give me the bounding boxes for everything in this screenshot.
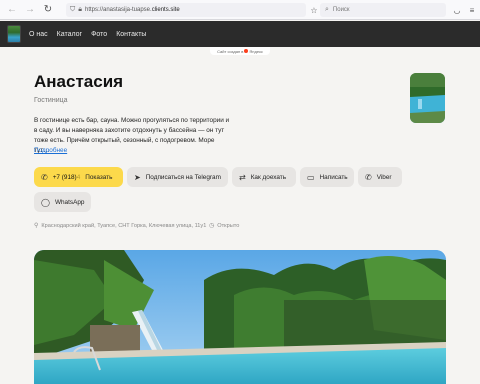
nav-item-catalog[interactable]: Каталог: [57, 31, 82, 38]
site-logo[interactable]: [7, 25, 21, 43]
search-placeholder: Поиск: [332, 7, 350, 13]
viber-icon: ✆: [365, 172, 372, 182]
phone-number: +7 (918): [52, 173, 77, 181]
back-icon[interactable]: ←: [5, 3, 19, 17]
whatsapp-button[interactable]: ◯ WhatsApp: [34, 192, 91, 212]
main-photo[interactable]: [34, 250, 446, 384]
address-bar[interactable]: ⛉ 🔒︎ https://anastasija-tuapse. clients.s…: [66, 3, 306, 17]
star-icon[interactable]: ☆: [308, 4, 320, 16]
pool-photo-image: [34, 250, 446, 384]
phone-number-hidden: 4: [76, 173, 81, 181]
nav-item-about[interactable]: О нас: [29, 31, 48, 38]
address-text: Краснодарский край, Туапсе, СНТ Горка, К…: [41, 222, 207, 229]
status-text: Открыто: [217, 222, 240, 229]
route-label: Как доехать: [250, 173, 287, 181]
pool-thumbnail-image: [410, 73, 445, 123]
opening-status[interactable]: ◷ Открыто: [209, 222, 240, 230]
phone-icon: ✆: [41, 172, 48, 182]
write-button[interactable]: ▭ Написать: [300, 167, 354, 187]
reload-icon[interactable]: ↻: [41, 3, 55, 17]
address[interactable]: ⚲ Краснодарский край, Туапсе, СНТ Горка,…: [34, 222, 207, 230]
forward-icon[interactable]: →: [23, 3, 37, 17]
yandex-logo-icon: [244, 49, 249, 53]
business-thumbnail[interactable]: [410, 73, 445, 123]
phone-button[interactable]: ✆ +7 (918) 4 Показать: [34, 167, 123, 187]
route-button[interactable]: ⇄ Как доехать: [232, 167, 296, 187]
route-icon: ⇄: [239, 172, 246, 182]
nav-item-photo[interactable]: Фото: [91, 31, 107, 38]
yandex-badge-text: Сайт создан в: [217, 48, 244, 54]
search-icon: ⌕: [325, 6, 329, 13]
business-name: Анастасия: [34, 72, 124, 91]
viber-label: Viber: [376, 173, 392, 181]
site-nav: О нас Каталог Фото Контакты: [0, 21, 480, 47]
location-pin-icon: ⚲: [34, 223, 39, 229]
whatsapp-label: WhatsApp: [54, 198, 85, 206]
search-input[interactable]: ⌕ Поиск: [320, 3, 446, 17]
business-category: Гостиница: [34, 97, 68, 104]
write-label: Написать: [319, 173, 348, 181]
telegram-icon: ➤: [134, 172, 141, 182]
url-host: clients.site: [151, 7, 180, 13]
url-prefix: https://anastasija-tuapse.: [84, 7, 152, 13]
message-icon: ▭: [307, 172, 315, 182]
pocket-icon[interactable]: ◡: [451, 4, 463, 16]
more-link[interactable]: Подробнее: [34, 147, 67, 154]
viber-button[interactable]: ✆ Viber: [358, 167, 402, 187]
clock-icon: ◷: [209, 223, 215, 229]
menu-icon[interactable]: ≡: [466, 4, 478, 16]
yandex-badge[interactable]: Сайт создан в Яндекс: [210, 47, 270, 55]
telegram-label: Подписаться на Telegram: [145, 173, 221, 181]
lock-icon: 🔒︎: [78, 6, 82, 13]
yandex-badge-brand: Яндекс: [249, 48, 263, 54]
whatsapp-icon: ◯: [41, 197, 50, 207]
shield-icon: ⛉: [70, 6, 76, 13]
browser-toolbar: ← → ↻ ⛉ 🔒︎ https://anastasija-tuapse. cli…: [0, 0, 480, 20]
phone-show-label: Показать: [85, 173, 113, 181]
telegram-button[interactable]: ➤ Подписаться на Telegram: [127, 167, 228, 187]
nav-item-contacts[interactable]: Контакты: [116, 31, 146, 38]
